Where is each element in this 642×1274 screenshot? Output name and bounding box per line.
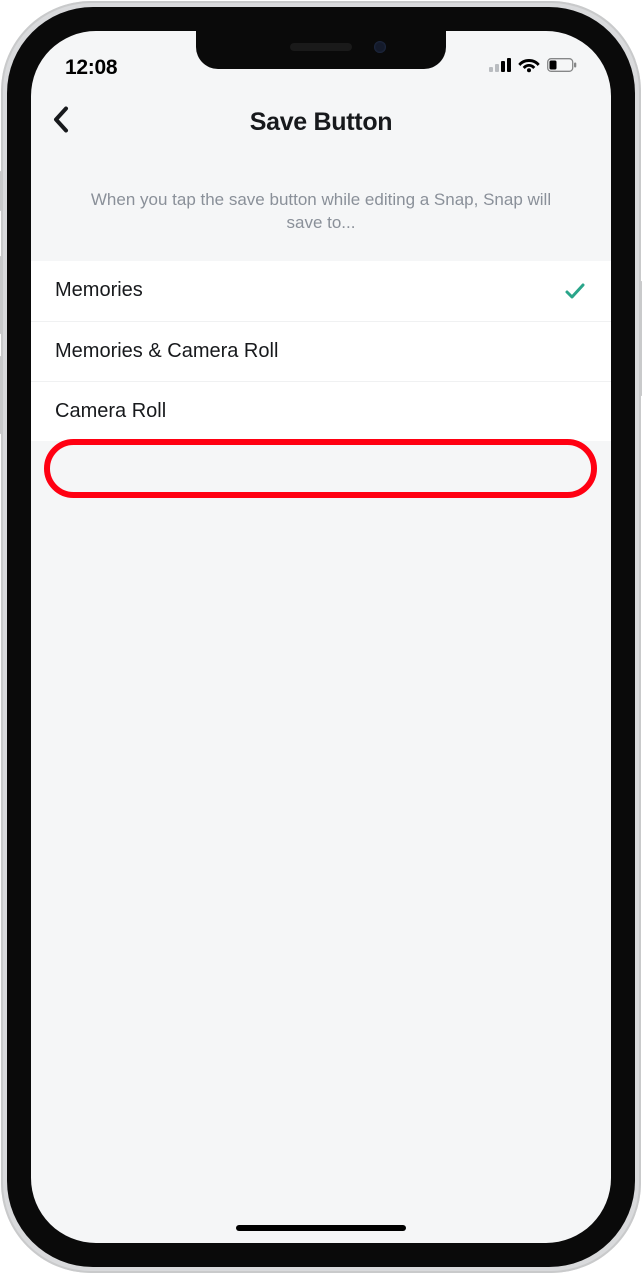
- checkmark-icon: [563, 279, 587, 303]
- page-description: When you tap the save button while editi…: [31, 157, 611, 261]
- notch: [196, 31, 446, 69]
- cellular-icon: [489, 58, 511, 77]
- page-title: Save Button: [250, 108, 393, 137]
- back-button[interactable]: [53, 106, 69, 137]
- wifi-icon: [518, 57, 540, 78]
- screen: 12:08: [31, 31, 611, 1243]
- option-label: Camera Roll: [55, 400, 166, 423]
- mute-switch: [0, 171, 3, 211]
- phone-frame: 12:08: [1, 1, 641, 1273]
- status-time: 12:08: [65, 56, 117, 80]
- option-list: Memories Memories & Camera Roll Camera R…: [31, 261, 611, 441]
- chevron-left-icon: [53, 106, 69, 132]
- home-indicator[interactable]: [236, 1225, 406, 1231]
- volume-up: [0, 256, 3, 334]
- option-memories[interactable]: Memories: [31, 261, 611, 322]
- option-list-wrap: Memories Memories & Camera Roll Camera R…: [31, 261, 611, 441]
- option-label: Memories: [55, 279, 143, 302]
- annotation-highlight: [44, 439, 597, 498]
- battery-icon: [547, 58, 577, 77]
- option-label: Memories & Camera Roll: [55, 340, 278, 363]
- option-camera-roll[interactable]: Camera Roll: [31, 382, 611, 441]
- status-right: [489, 57, 577, 78]
- option-memories-camera-roll[interactable]: Memories & Camera Roll: [31, 322, 611, 382]
- nav-header: Save Button: [31, 86, 611, 157]
- volume-down: [0, 356, 3, 434]
